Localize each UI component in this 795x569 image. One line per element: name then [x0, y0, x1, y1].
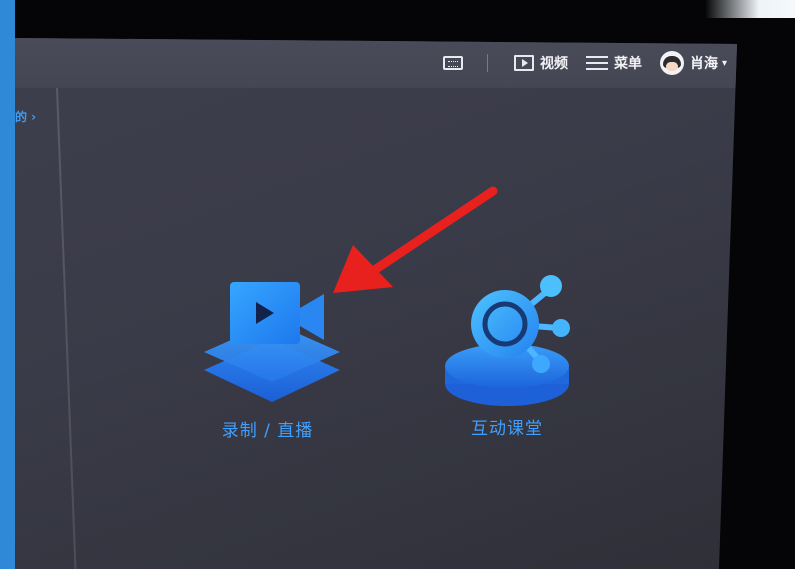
interactive-class-hub-icon: [445, 275, 570, 406]
left-edge-strip: [0, 0, 15, 569]
video-button[interactable]: 视频: [513, 53, 568, 73]
photo-frame: 视频 菜单 肖海 ▾ 的 › 录制 / 直播 互动课堂: [0, 0, 795, 569]
play-icon: [513, 55, 534, 71]
interactive-class-label: 互动课堂: [471, 419, 543, 439]
chevron-down-icon: ▾: [721, 57, 727, 69]
top-bar: 视频 菜单 肖海 ▾: [15, 38, 737, 88]
screencast-icon: [442, 56, 463, 70]
user-menu[interactable]: 肖海 ▾: [659, 51, 727, 75]
menu-button[interactable]: 菜单: [585, 53, 642, 73]
record-live-card[interactable]: 录制 / 直播: [190, 270, 355, 441]
bezel-reflection: [705, 0, 795, 18]
user-name: 肖海: [689, 56, 718, 72]
avatar: [659, 51, 684, 75]
menu-label: 菜单: [613, 56, 642, 72]
video-label: 视频: [539, 56, 568, 72]
monitor-screen: 视频 菜单 肖海 ▾ 的 › 录制 / 直播 互动课堂: [15, 38, 737, 569]
sidebar-divider: [56, 88, 77, 569]
record-live-label: 录制 / 直播: [221, 421, 314, 441]
video-record-layers-icon: [204, 282, 340, 402]
hamburger-menu-icon: [585, 56, 608, 70]
sidebar-link-truncated[interactable]: 的 ›: [15, 108, 36, 125]
interactive-class-card[interactable]: 互动课堂: [435, 266, 585, 439]
topbar-separator: [486, 54, 488, 72]
screencast-button[interactable]: [442, 56, 463, 70]
